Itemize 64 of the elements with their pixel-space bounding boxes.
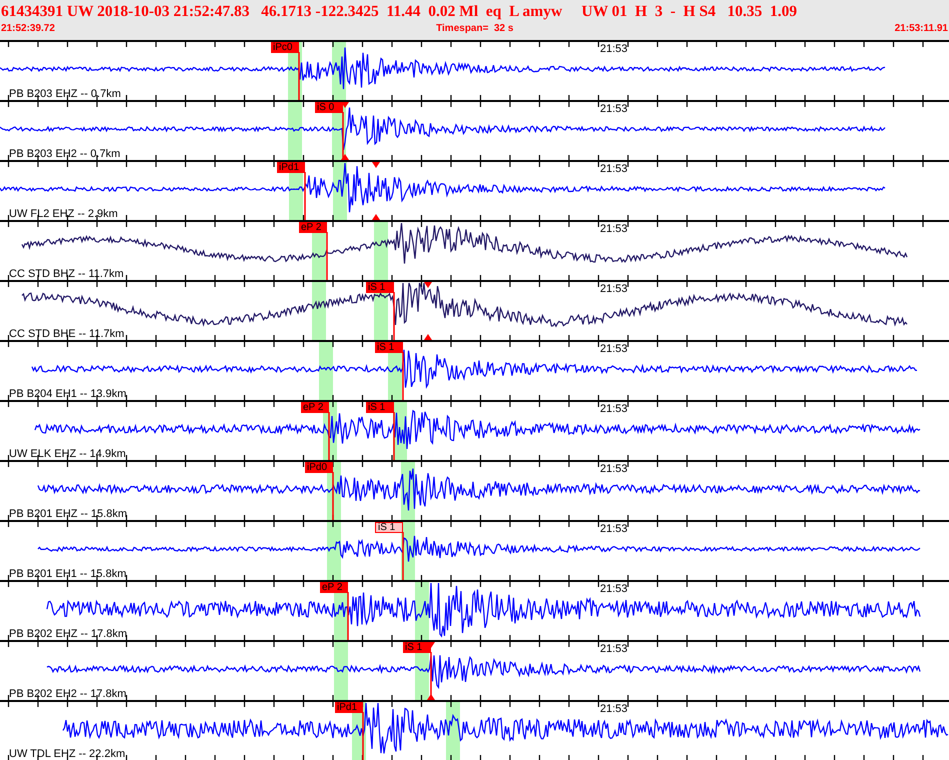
prediction-window — [334, 642, 348, 700]
pick-label[interactable]: iS 1 — [375, 342, 403, 353]
station-label: PB B201 EHZ -- 15.8km — [9, 508, 127, 520]
pick-line — [298, 52, 300, 100]
triangle-marker — [341, 154, 349, 160]
pick-label[interactable]: eP 2 — [301, 402, 329, 413]
pick-label[interactable]: iPd1 — [335, 702, 363, 713]
pick-line — [347, 592, 349, 640]
time-label: 21:53 — [600, 283, 628, 295]
time-label: 21:53 — [600, 703, 628, 715]
station-label: PB B204 EH1 -- 13.9km — [9, 388, 126, 400]
station-label: PB B201 EH1 -- 15.8km — [9, 568, 126, 580]
pick-line — [393, 412, 395, 460]
pick-line — [304, 172, 306, 220]
time-label: 21:53 — [600, 643, 628, 655]
pick-label[interactable]: iPc0 — [271, 42, 299, 53]
time-label: 21:53 — [600, 403, 628, 415]
end-time: 21:53:11.91 — [894, 22, 948, 36]
time-label: 21:53 — [600, 583, 628, 595]
pick-line — [362, 712, 364, 760]
time-label: 21:53 — [600, 103, 628, 115]
pick-line — [342, 112, 344, 160]
start-time: 21:52:39.72 — [1, 22, 55, 36]
station-label: PB B202 EHZ -- 17.8km — [9, 628, 127, 640]
prediction-window — [319, 342, 333, 400]
pick-line — [402, 532, 404, 580]
pick-line — [332, 472, 334, 520]
triangle-marker — [372, 214, 380, 220]
prediction-window — [374, 222, 388, 280]
time-label: 21:53 — [600, 343, 628, 355]
triangle-marker — [427, 694, 435, 700]
station-label: UW FL2 EHZ -- 2.9km — [9, 208, 118, 220]
time-label: 21:53 — [600, 463, 628, 475]
time-label: 21:53 — [600, 43, 628, 55]
pick-label[interactable]: eP 2 — [299, 222, 327, 233]
pick-label[interactable]: iS 1 — [366, 402, 394, 413]
pick-label[interactable]: iPd0 — [305, 462, 333, 473]
time-label: 21:53 — [600, 163, 628, 175]
time-label: 21:53 — [600, 223, 628, 235]
pick-line — [402, 352, 404, 400]
timespan-label: Timespan= 32 s — [436, 22, 514, 36]
pick-line — [326, 232, 328, 280]
pick-label[interactable]: eP 2 — [320, 582, 348, 593]
pick-line — [328, 412, 330, 460]
station-label: PB B203 EHZ -- 0.7km — [9, 88, 121, 100]
pick-label[interactable]: iPd1 — [277, 162, 305, 173]
triangle-marker — [372, 162, 380, 168]
pick-label[interactable]: iS 1 — [366, 282, 394, 293]
event-summary: 61434391 UW 2018-10-03 21:52:47.83 46.1713 -122.3425 11.44 0.02 Ml eq L amyw UW 01 H 3 - H S4 10.35 1.09 — [1, 2, 798, 22]
station-label: CC STD BHZ -- 11.7km — [9, 268, 124, 280]
station-label: PB B203 EH2 -- 0.7km — [9, 148, 120, 160]
prediction-window — [312, 282, 326, 340]
prediction-window — [327, 522, 341, 580]
triangle-marker — [424, 334, 432, 340]
prediction-window — [288, 102, 302, 160]
station-label: UW TDL EHZ -- 22.2km — [9, 748, 126, 760]
triangle-marker — [424, 282, 432, 288]
pick-label[interactable]: iS 1 — [375, 522, 403, 533]
station-label: PB B202 EH2 -- 17.8km — [9, 688, 126, 700]
time-label: 21:53 — [600, 523, 628, 535]
pick-line — [393, 292, 395, 340]
station-label: CC STD BHE -- 11.7km — [9, 328, 124, 340]
station-label: UW ELK EHZ -- 14.9km — [9, 448, 126, 460]
prediction-window — [446, 702, 460, 760]
